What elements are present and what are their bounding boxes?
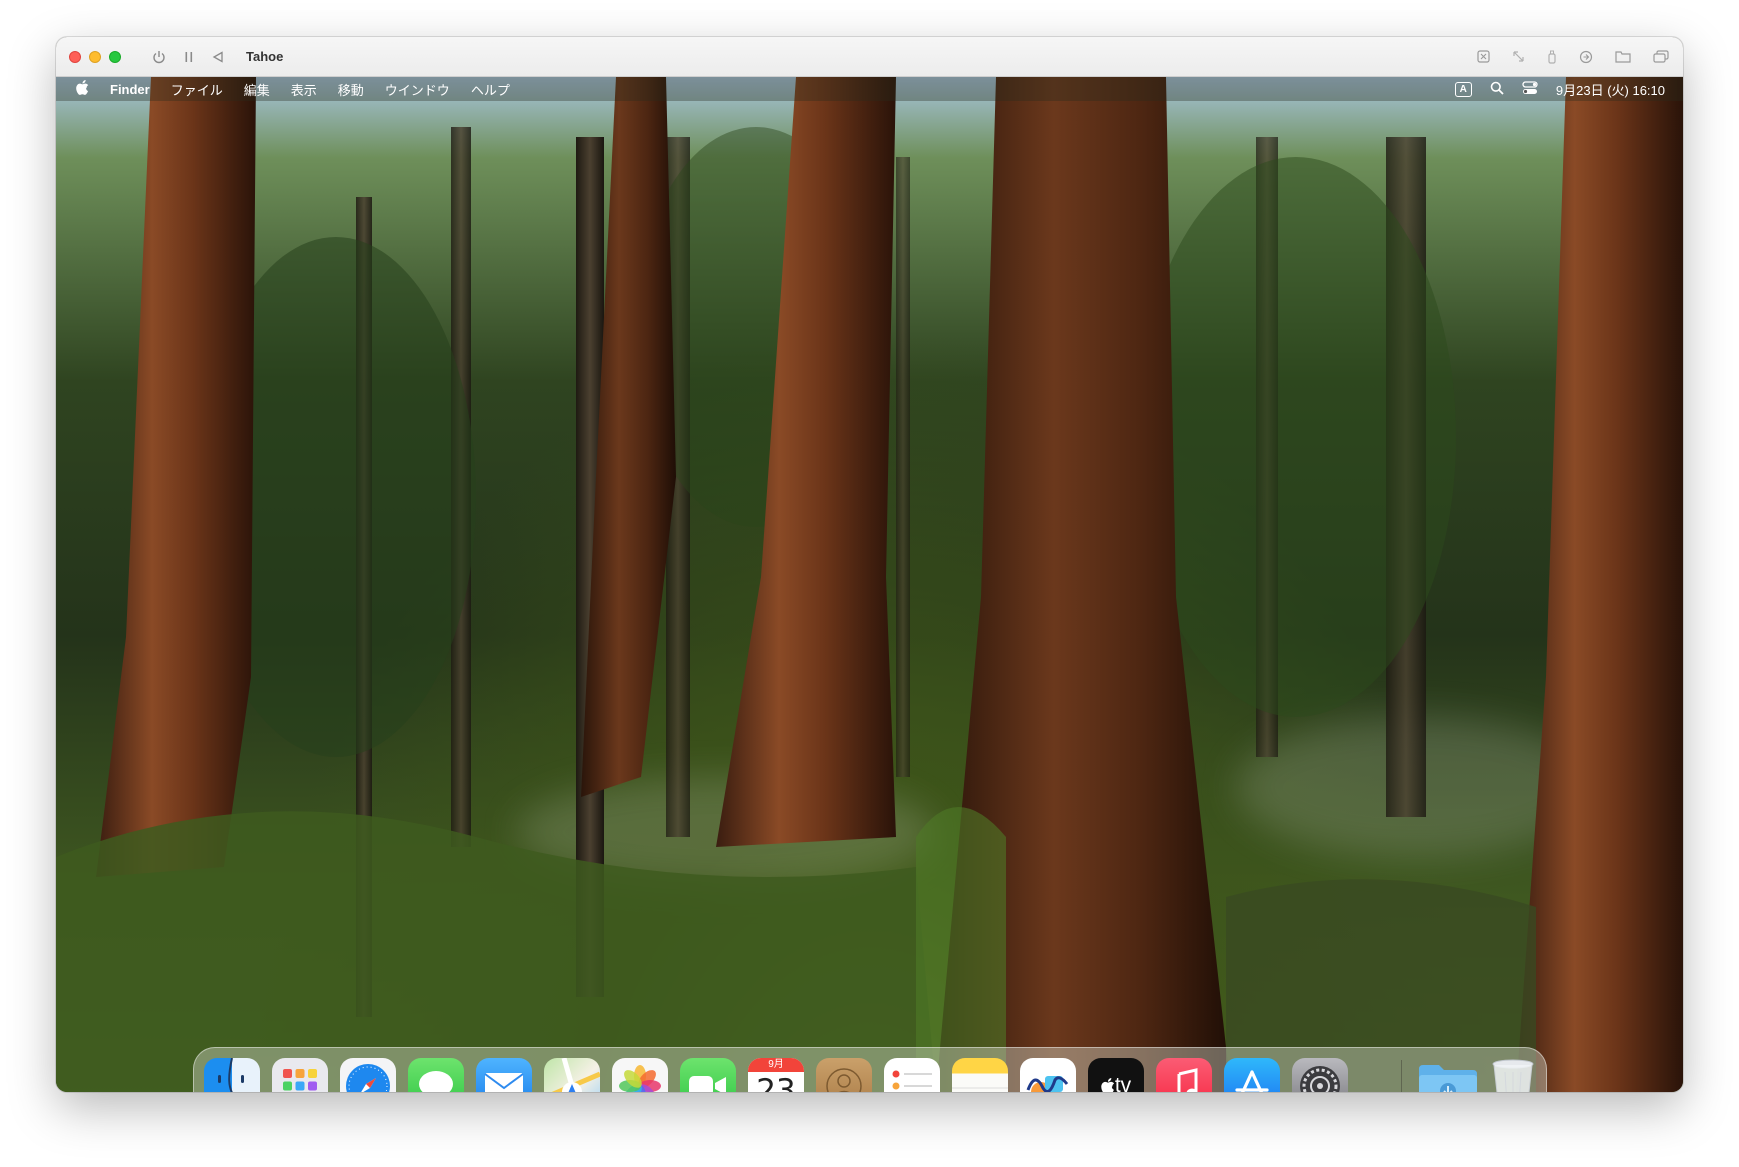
menu-file[interactable]: ファイル [171,80,223,99]
menu-go[interactable]: 移動 [338,80,364,99]
maps-icon[interactable] [544,1058,600,1092]
contacts-icon[interactable] [816,1058,872,1092]
apple-menu-icon[interactable] [76,80,89,98]
downloads-folder-icon[interactable] [1417,1058,1479,1092]
apple-tv-label: tv [1114,1074,1132,1092]
pause-icon[interactable] [184,51,194,63]
close-button[interactable] [69,50,81,63]
music-icon[interactable] [1156,1058,1212,1092]
vm-window: Tahoe Finder ファイル 編集 表示 移動 ウインドウ ヘルプ A 9… [56,37,1683,1092]
mail-icon[interactable] [476,1058,532,1092]
menu-view[interactable]: 表示 [291,80,317,99]
trash-icon[interactable] [1488,1058,1538,1092]
safari-icon[interactable] [340,1058,396,1092]
resize-icon[interactable] [1512,50,1525,63]
zoom-button[interactable] [109,50,121,63]
app-store-icon[interactable] [1224,1058,1280,1092]
control-center-icon[interactable] [1522,80,1538,98]
calendar-day: 23 [756,1073,796,1092]
reminders-icon[interactable] [884,1058,940,1092]
vm-title: Tahoe [246,49,284,64]
facetime-icon[interactable] [680,1058,736,1092]
menu-edit[interactable]: 編集 [244,80,270,99]
menu-clock[interactable]: 9月23日 (火) 16:10 [1556,80,1665,99]
menu-help[interactable]: ヘルプ [471,80,510,99]
minimize-button[interactable] [89,50,101,63]
input-mode-indicator[interactable]: A [1454,81,1472,97]
finder-icon[interactable] [204,1058,260,1092]
launchpad-icon[interactable] [272,1058,328,1092]
menu-app-name[interactable]: Finder [110,82,150,97]
photos-icon[interactable] [612,1058,668,1092]
apple-tv-icon[interactable]: tv [1088,1058,1144,1092]
share-icon[interactable] [1579,50,1593,64]
menu-window[interactable]: ウインドウ [385,80,450,99]
calendar-icon[interactable]: 9月 23 [748,1058,804,1092]
dock: 9月 23 tv [193,1047,1547,1092]
traffic-lights [69,50,121,63]
power-icon[interactable] [152,50,166,64]
usb-device-icon[interactable] [1547,50,1557,64]
shared-folder-icon[interactable] [1615,50,1631,63]
messages-icon[interactable] [408,1058,464,1092]
back-triangle-icon[interactable] [212,50,224,63]
window-stack-icon[interactable] [1653,50,1669,63]
dock-separator [1401,1060,1402,1092]
wallpaper-trees [56,77,1683,1092]
notes-icon[interactable] [952,1058,1008,1092]
freeform-icon[interactable] [1020,1058,1076,1092]
capture-keyboard-icon[interactable] [1477,50,1490,63]
calendar-month: 9月 [748,1058,804,1072]
menu-bar: Finder ファイル 編集 表示 移動 ウインドウ ヘルプ A 9月23日 (… [56,77,1683,101]
system-settings-icon[interactable] [1292,1058,1348,1092]
desktop[interactable]: Finder ファイル 編集 表示 移動 ウインドウ ヘルプ A 9月23日 (… [56,77,1683,1092]
spotlight-search-icon[interactable] [1490,81,1504,98]
vm-titlebar[interactable]: Tahoe [56,37,1683,77]
